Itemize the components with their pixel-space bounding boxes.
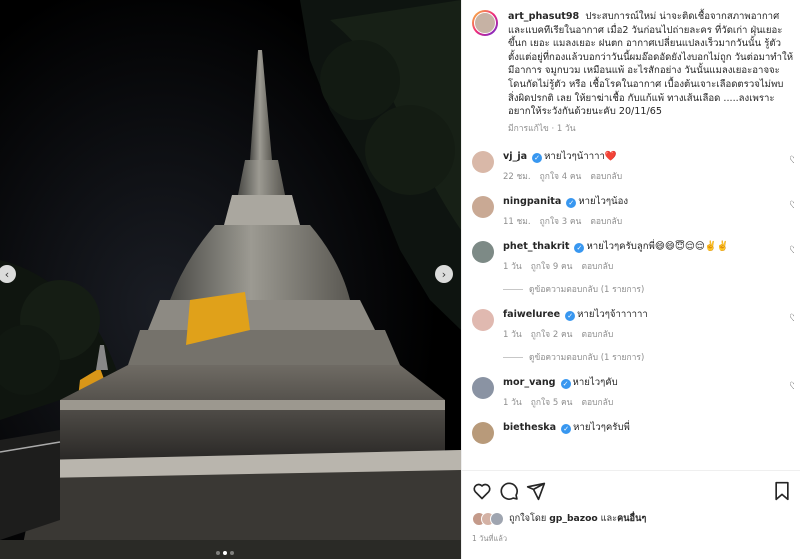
comment-likes[interactable]: ถูกใจ 9 คน [531,259,573,273]
verified-icon: ✓ [561,424,572,434]
avatar[interactable] [472,10,498,36]
verified-icon: ✓ [565,311,576,321]
carousel-dots [216,551,234,555]
heart-icon[interactable]: ♡ [789,381,794,392]
liked-by[interactable]: ถูกใจโดย gp_bazoo และคนอื่นๆ [472,511,646,526]
reply-button[interactable]: ตอบกลับ [581,259,613,273]
comment-item: vj_ja ✓ หายไวๆน้าาาา❤️ 22 ชม. ถูกใจ 4 คน ตอบ… [472,150,794,183]
carousel-dot [216,551,220,555]
bookmark-icon[interactable] [772,481,792,501]
reply-button[interactable]: ตอบกลับ [581,395,613,409]
post-timestamp: 1 วันที่แล้ว [472,534,508,543]
caption-username[interactable]: art_phasut98 [508,11,579,22]
comment-username[interactable]: mor_vang [503,377,556,388]
avatar[interactable] [472,377,494,399]
carousel-dot-active [223,551,227,555]
pagoda-photo [0,0,461,559]
comment-text: หายไวๆครับลูกพี่😄😄😇😌😌✌️✌️ [586,241,729,252]
comment-text: หายไวๆน้าาาา❤️ [544,151,617,162]
post-image[interactable]: ‹ › [0,0,461,559]
comment-text: หายไวๆคับ [572,377,618,388]
avatar[interactable] [472,309,494,331]
comment-time: 1 วัน [503,398,522,408]
view-replies-label[interactable]: ดูข้อความตอบกลับ (1 รายการ) [529,282,644,296]
caption-text: ประสบการณ์ใหม่ น่าจะติดเชื้อจากสภาพอากาศ… [508,11,794,118]
view-replies[interactable]: ดูข้อความตอบกลับ (1 รายการ) [503,350,794,364]
comment-username[interactable]: vj_ja [503,151,527,162]
caption-edited: มีการแก้ไข · 1 วัน [508,123,576,134]
heart-icon[interactable]: ♡ [789,200,794,211]
comment-item: ningpanita ✓ หายไวๆน้อง 11 ชม. ถูกใจ 3 คน ตอ… [472,195,794,228]
comment-username[interactable]: phet_thakrit [503,241,569,252]
comment-likes[interactable]: ถูกใจ 2 คน [531,327,573,341]
heart-icon[interactable]: ♡ [789,313,794,324]
comment-time: 22 ชม. [503,172,531,182]
comment-time: 1 วัน [503,330,522,340]
reply-button[interactable]: ตอบกลับ [590,214,622,228]
comment-list: vj_ja ✓ หายไวๆน้าาาา❤️ 22 ชม. ถูกใจ 4 คน ตอบ… [472,150,794,468]
chevron-right-icon[interactable]: › [435,265,453,283]
avatar[interactable] [472,241,494,263]
verified-icon: ✓ [574,243,585,253]
liked-by-prefix: ถูกใจโดย [509,513,547,524]
avatar[interactable] [472,196,494,218]
avatar [490,511,504,526]
heart-icon[interactable]: ♡ [789,245,794,256]
liked-by-others[interactable]: คนอื่นๆ [617,513,646,524]
comment-likes[interactable]: ถูกใจ 4 คน [540,169,582,183]
comment-icon[interactable] [499,481,519,501]
share-icon[interactable] [526,481,546,501]
avatar[interactable] [472,422,494,444]
liked-by-suffix: และ [600,513,618,524]
comment-username[interactable]: ningpanita [503,196,561,207]
post-viewer: ‹ › art_phasut98 ประสบการณ์ใหม่ น่าจะติด… [0,0,800,559]
comment-likes[interactable]: ถูกใจ 3 คน [540,214,582,228]
comments-panel: art_phasut98 ประสบการณ์ใหม่ น่าจะติดเชื้… [461,0,800,559]
comment-item: phet_thakrit ✓ หายไวๆครับลูกพี่😄😄😇😌😌✌️✌️ 1… [472,240,794,273]
heart-icon[interactable] [472,481,492,501]
carousel-dot [230,551,234,555]
comment-text: หายไวๆจ้าาาาาา [577,309,648,320]
comment-username[interactable]: faiweluree [503,309,560,320]
comment-time: 1 วัน [503,262,522,272]
reply-button[interactable]: ตอบกลับ [581,327,613,341]
view-replies[interactable]: ดูข้อความตอบกลับ (1 รายการ) [503,282,794,296]
action-bar: ถูกใจโดย gp_bazoo และคนอื่นๆ 1 วันที่แล้… [462,470,800,559]
verified-icon: ✓ [566,198,577,208]
comment-text: หายไวๆครับพี่ [573,422,630,433]
comment-item: faiweluree ✓ หายไวๆจ้าาาาาา 1 วัน ถูกใจ 2 ค… [472,308,794,341]
avatar[interactable] [472,151,494,173]
liked-by-user[interactable]: gp_bazoo [549,513,598,524]
comment-text: หายไวๆน้อง [578,196,629,207]
comment-likes[interactable]: ถูกใจ 5 คน [531,395,573,409]
comment-item: mor_vang ✓ หายไวๆคับ 1 วัน ถูกใจ 5 คน ตอบกลั… [472,376,794,409]
verified-icon: ✓ [532,153,543,163]
view-replies-label[interactable]: ดูข้อความตอบกลับ (1 รายการ) [529,350,644,364]
comment-time: 11 ชม. [503,217,531,227]
caption: art_phasut98 ประสบการณ์ใหม่ น่าจะติดเชื้… [472,10,794,136]
comment-item: bietheska ✓ หายไวๆครับพี่ [472,421,794,444]
reply-button[interactable]: ตอบกลับ [590,169,622,183]
verified-icon: ✓ [560,379,571,389]
heart-icon[interactable]: ♡ [789,155,794,166]
comment-username[interactable]: bietheska [503,422,556,433]
